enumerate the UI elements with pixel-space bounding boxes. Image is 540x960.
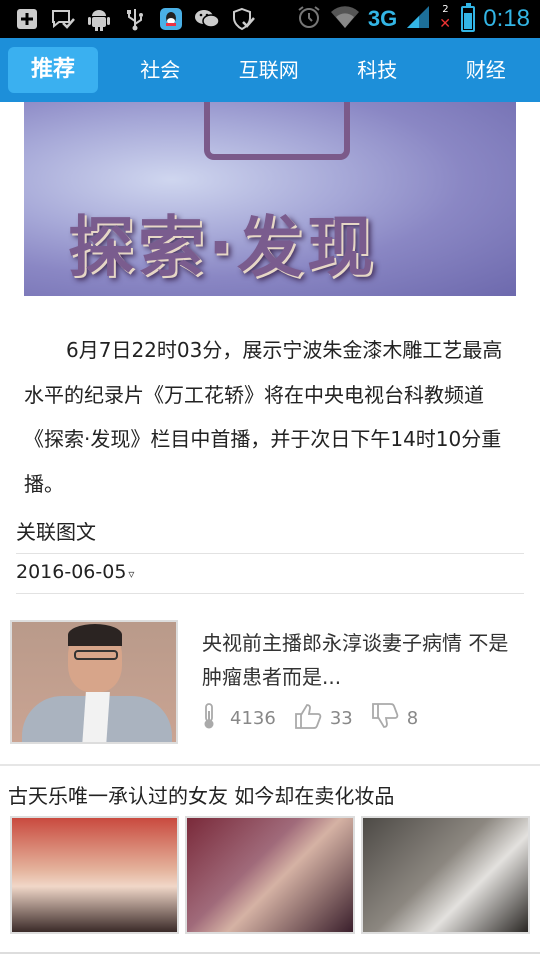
category-tabs: 推荐 社会 互联网 科技 财经 (0, 38, 540, 102)
message-check-icon (50, 6, 76, 32)
thermometer-icon (202, 702, 224, 734)
news-meta: 4136 33 8 (202, 700, 436, 736)
gallery-images (10, 816, 530, 934)
divider (16, 593, 524, 594)
signal-icon (405, 4, 431, 34)
thumbs-down-icon (371, 702, 407, 735)
wechat-icon (194, 6, 220, 32)
views-count: 4136 (230, 707, 276, 729)
usb-icon (122, 6, 148, 32)
tab-finance[interactable]: 财经 (432, 47, 540, 93)
news-thumbnail[interactable] (10, 620, 178, 744)
like-button[interactable]: 33 (294, 702, 353, 735)
alarm-icon (296, 4, 322, 34)
no-sim-icon: 2 ✕ (439, 4, 452, 32)
clock: 0:18 (483, 5, 530, 32)
status-bar: 3G 2 ✕ 0:18 (0, 0, 540, 38)
wifi-icon (330, 5, 360, 33)
network-type: 3G (367, 6, 398, 31)
news-title[interactable]: 央视前主播郎永淳谈妻子病情 不是肿瘤患者而是... (202, 626, 512, 694)
android-icon (86, 6, 112, 32)
divider (0, 764, 540, 766)
related-section-title: 关联图文 (16, 520, 96, 544)
shield-check-icon (230, 6, 256, 32)
dislike-button[interactable]: 8 (371, 702, 418, 735)
gallery-image-1[interactable] (10, 816, 180, 934)
battery-icon (461, 3, 476, 32)
gallery-title[interactable]: 古天乐唯一承认过的女友 如今却在卖化妆品 (8, 780, 394, 809)
gallery-image-2[interactable] (185, 816, 355, 934)
tab-tech[interactable]: 科技 (323, 47, 432, 93)
add-icon (14, 6, 40, 32)
views-stat: 4136 (202, 702, 276, 734)
divider (0, 952, 540, 954)
tab-internet[interactable]: 互联网 (215, 47, 324, 93)
system-icons: 3G 2 ✕ 0:18 (296, 3, 530, 34)
related-date[interactable]: 2016-06-05 ▿ (16, 561, 134, 583)
date-text: 2016-06-05 (16, 561, 127, 583)
notification-icons (14, 6, 256, 32)
likes-count: 33 (329, 707, 353, 729)
chevron-down-icon: ▿ (128, 567, 135, 581)
article-body: 6月7日22时03分，展示宁波朱金漆木雕工艺最高水平的纪录片《万工花轿》将在中央… (24, 338, 503, 496)
thumbs-up-icon (294, 702, 330, 735)
divider (16, 553, 524, 554)
article-hero-image[interactable]: 探索·发现 (24, 102, 516, 296)
tab-recommend[interactable]: 推荐 (8, 47, 98, 93)
hero-logo-frame (204, 102, 350, 160)
gallery-image-3[interactable] (360, 816, 530, 934)
dislikes-count: 8 (406, 707, 419, 729)
hero-image-text: 探索·发现 (68, 209, 378, 286)
notification-count: 2 (442, 4, 449, 15)
tab-society[interactable]: 社会 (106, 47, 215, 93)
qq-icon (158, 6, 184, 32)
